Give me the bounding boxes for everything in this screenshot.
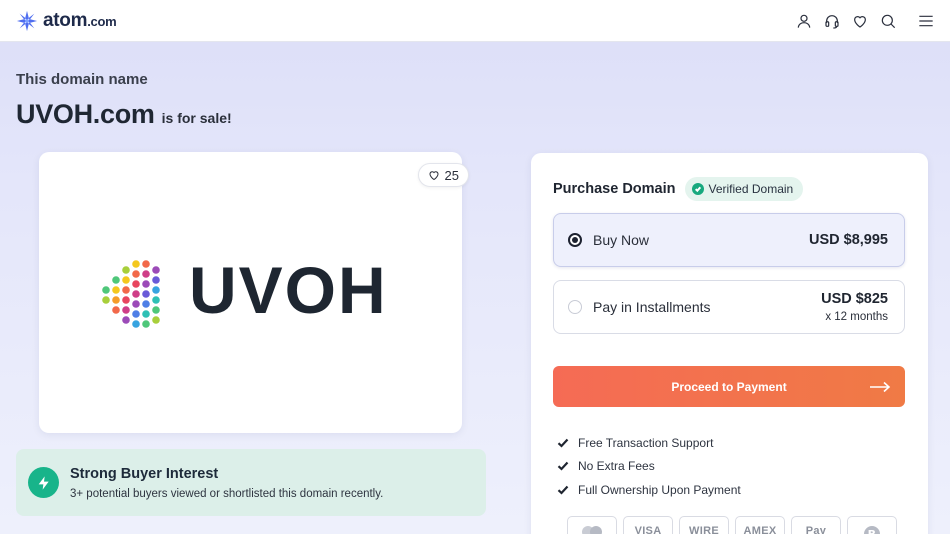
brand-dot (102, 296, 110, 304)
proceed-to-payment-button[interactable]: Proceed to Payment (553, 366, 905, 407)
brand-dot (152, 286, 160, 294)
brand-dot (132, 260, 140, 268)
brand-dot (132, 290, 140, 298)
option-label: Pay in Installments (593, 299, 711, 315)
brand-dot (152, 276, 160, 284)
option-price: USD $825 (821, 291, 888, 307)
apple-pay-icon: Pay (791, 516, 841, 534)
check-circle-icon (691, 183, 704, 195)
interest-description: 3+ potential buyers viewed or shortliste… (70, 487, 384, 500)
brand-dot (112, 276, 120, 284)
heart-outline-icon (429, 171, 439, 181)
installment-term: x 12 months (825, 311, 888, 323)
verified-label: Verified Domain (708, 182, 794, 196)
top-bar: atom.com (0, 0, 950, 42)
header-actions (796, 13, 934, 29)
brand-dot (122, 296, 130, 304)
buy-now-radio[interactable] (568, 233, 582, 247)
option-label: Buy Now (593, 232, 650, 248)
check-icon (557, 438, 569, 448)
atom-logo-icon (16, 10, 38, 31)
check-icon (557, 485, 569, 495)
option-price: USD $8,995 (809, 232, 888, 248)
verified-badge: Verified Domain (684, 177, 804, 201)
brand-dot (102, 286, 110, 294)
brand-dot (132, 270, 140, 278)
brand-dot (152, 266, 160, 274)
brand-dot (152, 316, 160, 324)
feature-item: Free Transaction Support (557, 431, 741, 455)
like-count: 25 (444, 167, 459, 183)
eyebrow-text: This domain name (16, 71, 148, 88)
buyer-interest-banner: Strong Buyer Interest 3+ potential buyer… (16, 449, 486, 516)
brand-dot (132, 320, 140, 328)
heart-icon[interactable] (852, 13, 868, 29)
domain-logo-card: 25 UVOH (39, 152, 469, 433)
brand-dot (142, 260, 150, 268)
brand-dot (142, 270, 150, 278)
brand-dot (122, 306, 130, 314)
brand-dot (142, 280, 150, 288)
brand-dot (122, 266, 130, 274)
for-sale-text: is for sale! (161, 110, 232, 126)
installments-radio[interactable] (568, 300, 582, 314)
feature-label: Full Ownership Upon Payment (578, 482, 741, 497)
buy-now-option[interactable]: Buy Now USD $8,995 (553, 213, 905, 267)
logo-wordmark: atom.com (43, 9, 117, 31)
headset-icon[interactable] (824, 13, 840, 29)
bitcoin-icon: B (847, 516, 897, 534)
amex-icon: AMEX (735, 516, 785, 534)
check-icon (557, 462, 569, 471)
feature-label: Free Transaction Support (578, 435, 714, 450)
search-icon[interactable] (880, 13, 896, 29)
brand-dot (142, 320, 150, 328)
brand-dot (132, 310, 140, 318)
user-icon[interactable] (796, 13, 812, 29)
menu-icon[interactable] (918, 13, 934, 29)
brand-dot (112, 306, 120, 314)
installments-option[interactable]: Pay in Installments USD $825 x 12 months (553, 280, 905, 334)
feature-item: Full Ownership Upon Payment (557, 478, 741, 502)
brand-dot (122, 316, 130, 324)
page-title: UVOH.com is for sale! (16, 99, 232, 130)
brand-dot (122, 276, 130, 284)
brand-dot (142, 310, 150, 318)
brand-dot (142, 300, 150, 308)
arrow-right-icon (869, 381, 891, 393)
mastercard-icon (567, 516, 617, 534)
lightning-icon (28, 467, 59, 498)
cta-label: Proceed to Payment (671, 379, 787, 394)
brand-dot (142, 290, 150, 298)
brand-dot (112, 286, 120, 294)
visa-icon: VISA (623, 516, 673, 534)
feature-label: No Extra Fees (578, 459, 655, 474)
brand-dot (112, 296, 120, 304)
purchase-title: Purchase Domain (553, 181, 676, 197)
brand-wordmark: UVOH (189, 253, 388, 327)
brand-dot (132, 280, 140, 288)
brand-dot (132, 300, 140, 308)
brand-dot (152, 296, 160, 304)
site-logo[interactable]: atom.com (16, 9, 117, 32)
purchase-panel: Purchase Domain Verified Domain Buy Now … (531, 153, 928, 534)
brand-dot (122, 286, 130, 294)
brand-dot (152, 306, 160, 314)
interest-title: Strong Buyer Interest (70, 465, 219, 482)
feature-item: No Extra Fees (557, 455, 741, 479)
domain-name: UVOH.com (16, 99, 155, 129)
like-button[interactable]: 25 (417, 163, 469, 187)
feature-list: Free Transaction Support No Extra Fees F… (557, 431, 741, 502)
purchase-header: Purchase Domain Verified Domain (553, 177, 804, 201)
payment-methods: VISA WIRE AMEX Pay B (567, 516, 897, 534)
svg-text:B: B (868, 528, 877, 534)
wire-icon: WIRE (679, 516, 729, 534)
